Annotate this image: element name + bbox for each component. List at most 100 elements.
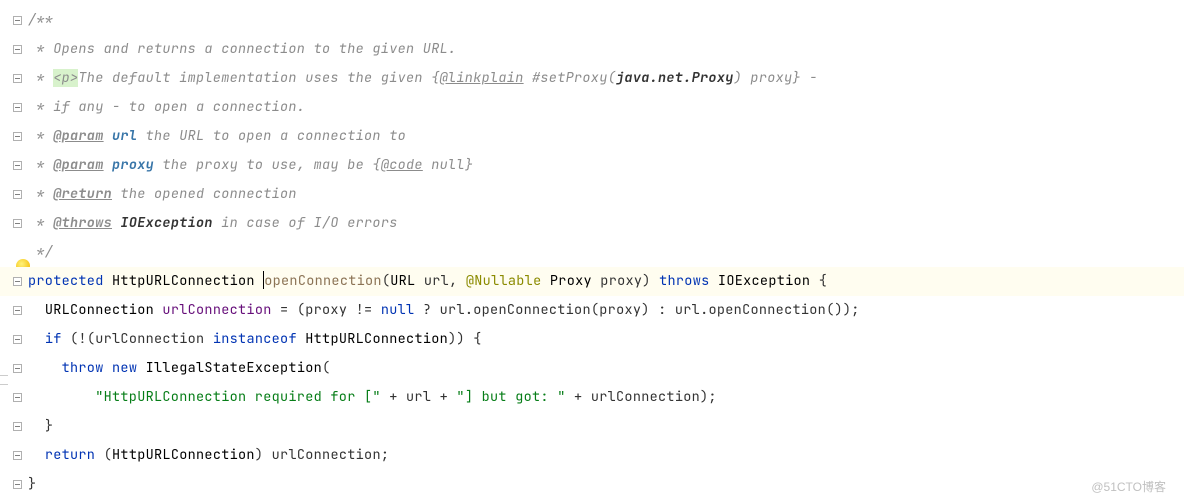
variable: urlConnection: [591, 388, 700, 406]
doc-reference: java.net.Proxy: [616, 69, 734, 87]
paren: (: [95, 446, 112, 464]
doc-code-tag: @code: [381, 156, 423, 174]
type: URL: [390, 272, 415, 290]
code-line[interactable]: * @param url the URL to open a connectio…: [0, 122, 1184, 151]
method-name: openConnection: [264, 272, 382, 290]
gutter: [0, 451, 28, 460]
code-line[interactable]: * @param proxy the proxy to use, may be …: [0, 151, 1184, 180]
doc-text: the proxy to use, may be {: [154, 156, 381, 174]
call: .openConnection(: [465, 301, 599, 319]
gutter: [0, 74, 28, 83]
doc-html-tag: <p>: [53, 69, 78, 87]
code-line[interactable]: }: [0, 470, 1184, 499]
doc-param-name: url: [112, 127, 137, 145]
gutter: [0, 364, 28, 373]
sp: [541, 272, 549, 290]
param: url: [424, 272, 449, 290]
op: +: [431, 388, 456, 406]
semi: ;: [381, 446, 389, 464]
fold-minus-icon[interactable]: [13, 161, 22, 170]
gutter: [0, 480, 28, 489]
fold-minus-icon[interactable]: [13, 393, 22, 402]
code-line[interactable]: if (!(urlConnection instanceof HttpURLCo…: [0, 325, 1184, 354]
gutter: [0, 16, 28, 25]
doc-linkplain-tag: @linkplain: [440, 69, 524, 87]
gutter: [0, 190, 28, 199]
fold-minus-icon[interactable]: [13, 103, 22, 112]
comment-start: /**: [28, 11, 53, 29]
indent: [28, 417, 45, 435]
keyword: if: [45, 330, 62, 348]
code-line[interactable]: * <p>The default implementation uses the…: [0, 64, 1184, 93]
fold-minus-icon[interactable]: [13, 219, 22, 228]
keyword: throw: [62, 359, 104, 377]
fold-minus-icon[interactable]: [13, 306, 22, 315]
doc-text: * Opens and returns a connection to the …: [28, 40, 456, 58]
sp: [710, 272, 718, 290]
semi: );: [700, 388, 717, 406]
fold-minus-icon[interactable]: [13, 364, 22, 373]
code-line[interactable]: throw new IllegalStateException(: [0, 354, 1184, 383]
fold-minus-icon[interactable]: [13, 480, 22, 489]
keyword: new: [112, 359, 137, 377]
indent: [28, 446, 45, 464]
code-line[interactable]: return (HttpURLConnection) urlConnection…: [0, 441, 1184, 470]
doc-text: null}: [423, 156, 473, 174]
sp: [104, 359, 112, 377]
code-line[interactable]: "HttpURLConnection required for [" + url…: [0, 383, 1184, 412]
brace: }: [45, 417, 53, 435]
code-line[interactable]: * if any - to open a connection.: [0, 93, 1184, 122]
op: ?: [414, 301, 439, 319]
gutter: [0, 161, 28, 170]
indent: [28, 301, 45, 319]
gutter-mark-icon: [0, 375, 8, 385]
fold-minus-icon[interactable]: [13, 335, 22, 344]
code-editor[interactable]: /** * Opens and returns a connection to …: [0, 0, 1184, 499]
keyword: return: [45, 446, 95, 464]
string-literal: "HttpURLConnection required for [": [95, 388, 381, 406]
code-line[interactable]: */: [0, 238, 1184, 267]
sp: [255, 272, 263, 290]
variable: urlConnection: [95, 330, 204, 348]
fold-minus-icon[interactable]: [13, 422, 22, 431]
doc-text: [104, 127, 112, 145]
indent: [28, 330, 45, 348]
paren: ): [642, 272, 659, 290]
code-line[interactable]: URLConnection urlConnection = (proxy != …: [0, 296, 1184, 325]
doc-text: *: [28, 156, 53, 174]
keyword: null: [381, 301, 415, 319]
type: IOException: [718, 272, 810, 290]
string-literal: "] but got: ": [456, 388, 565, 406]
fold-minus-icon[interactable]: [13, 277, 22, 286]
fold-minus-icon[interactable]: [13, 45, 22, 54]
code-line[interactable]: * @return the opened connection: [0, 180, 1184, 209]
sp: [415, 272, 423, 290]
doc-text: in case of I/O errors: [213, 214, 398, 232]
type: URLConnection: [45, 301, 154, 319]
fold-minus-icon[interactable]: [13, 190, 22, 199]
gutter: [0, 103, 28, 112]
brace: )) {: [448, 330, 482, 348]
doc-param-name: proxy: [112, 156, 154, 174]
code-line[interactable]: }: [0, 412, 1184, 441]
gutter: [0, 277, 28, 286]
doc-text: *: [28, 185, 53, 203]
doc-exception: IOException: [120, 214, 212, 232]
type: HttpURLConnection: [112, 272, 255, 290]
fold-minus-icon[interactable]: [13, 74, 22, 83]
text-cursor: [263, 271, 264, 289]
code-line[interactable]: /**: [0, 6, 1184, 35]
fold-minus-icon[interactable]: [13, 16, 22, 25]
code-line[interactable]: * Opens and returns a connection to the …: [0, 35, 1184, 64]
doc-text: * if any - to open a connection.: [28, 98, 305, 116]
sp: [104, 272, 112, 290]
doc-text: the opened connection: [112, 185, 297, 203]
variable: urlConnection: [272, 446, 381, 464]
fold-minus-icon[interactable]: [13, 132, 22, 141]
fold-minus-icon[interactable]: [13, 451, 22, 460]
op: !=: [347, 301, 381, 319]
variable: urlConnection: [162, 301, 271, 319]
code-line[interactable]: * @throws IOException in case of I/O err…: [0, 209, 1184, 238]
gutter: [0, 45, 28, 54]
code-line-active[interactable]: protected HttpURLConnection openConnecti…: [0, 267, 1184, 296]
